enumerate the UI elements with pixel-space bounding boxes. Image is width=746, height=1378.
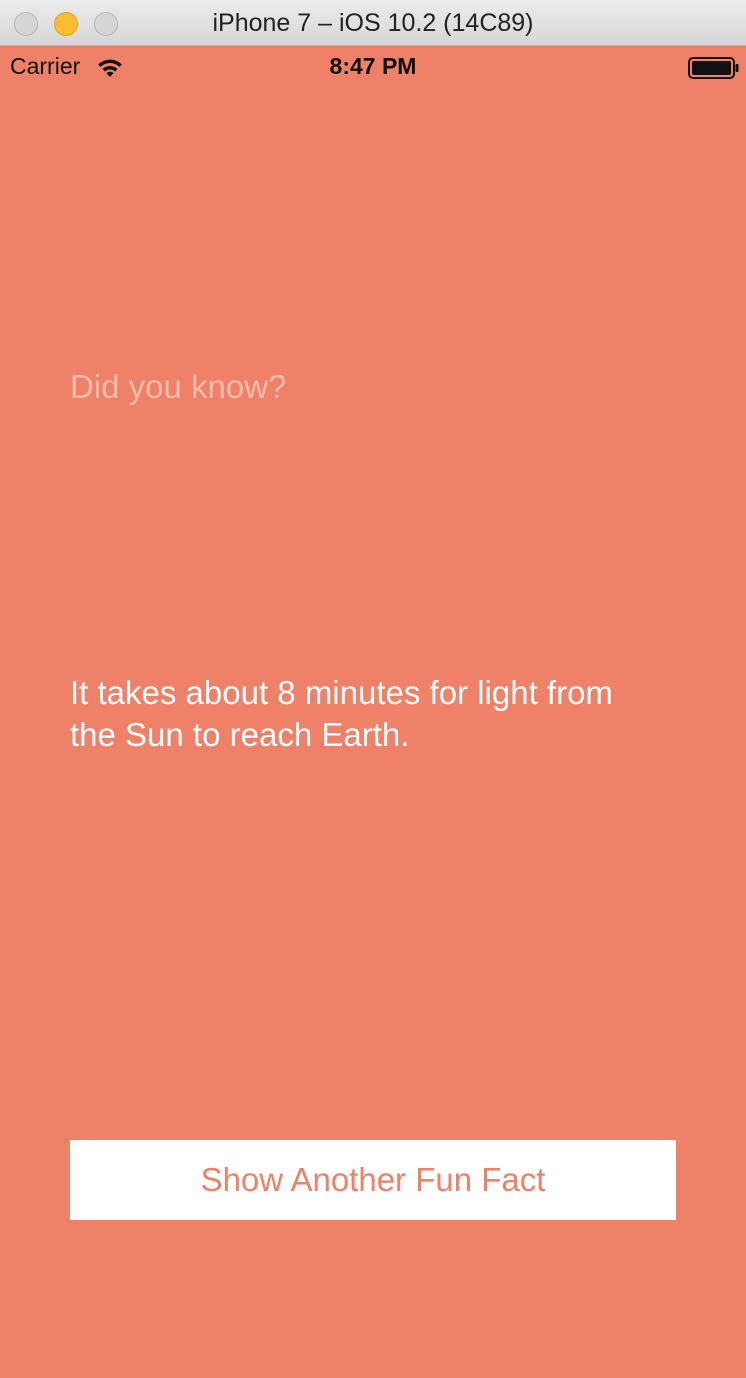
window-title: iPhone 7 – iOS 10.2 (14C89) — [212, 9, 534, 37]
window-titlebar[interactable]: iPhone 7 – iOS 10.2 (14C89) — [0, 0, 746, 46]
battery-icon — [688, 57, 739, 79]
ios-status-bar: Carrier 8:47 PM — [0, 46, 746, 88]
status-time: 8:47 PM — [329, 53, 417, 79]
did-you-know-heading: Did you know? — [70, 368, 287, 405]
simulator-window: iPhone 7 – iOS 10.2 (14C89) Carrier 8:47… — [0, 0, 746, 1378]
show-another-fun-fact-button[interactable]: Show Another Fun Fact — [70, 1140, 676, 1220]
fun-fact-text: It takes about 8 minutes for light from … — [70, 674, 613, 753]
